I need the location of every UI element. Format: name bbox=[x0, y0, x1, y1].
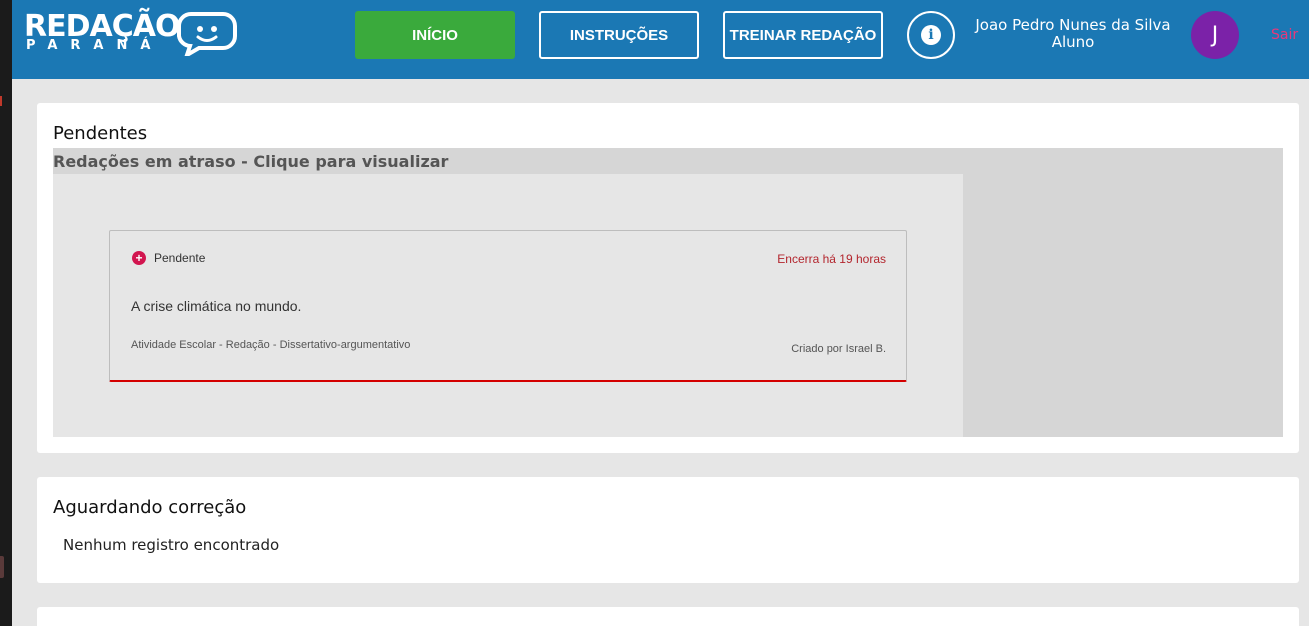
user-name: Joao Pedro Nunes da Silva bbox=[975, 16, 1171, 34]
info-icon: i bbox=[921, 25, 941, 45]
essay-author: Criado por Israel B. bbox=[791, 343, 886, 355]
top-header: REDAÇÃO PARANÁ INÍCIO INSTRUÇÕES TREINAR… bbox=[12, 0, 1309, 79]
nav-instrucoes-button[interactable]: INSTRUÇÕES bbox=[539, 11, 699, 59]
pending-card: Pendentes Redações em atraso - Clique pa… bbox=[37, 103, 1299, 453]
user-role: Aluno bbox=[1051, 33, 1095, 51]
late-essays-carousel: Redações em atraso - Clique para visuali… bbox=[53, 148, 1283, 437]
window-edge bbox=[0, 0, 12, 626]
essay-theme: A crise climática no mundo. bbox=[131, 298, 302, 314]
nav-treinar-redacao-button[interactable]: TREINAR REDAÇÃO bbox=[723, 11, 883, 59]
logo[interactable]: REDAÇÃO PARANÁ bbox=[24, 10, 237, 56]
empty-message: Nenhum registro encontrado bbox=[63, 536, 280, 554]
essay-deadline: Encerra há 19 horas bbox=[777, 252, 886, 266]
essay-status: + Pendente bbox=[132, 251, 205, 265]
late-essays-heading[interactable]: Redações em atraso - Clique para visuali… bbox=[53, 152, 448, 171]
essay-card[interactable]: + Pendente Encerra há 19 horas A crise c… bbox=[109, 230, 907, 382]
logo-sub: PARANÁ bbox=[26, 38, 164, 53]
edge-marker bbox=[0, 556, 4, 578]
speech-bubble-logo-icon bbox=[177, 12, 237, 56]
info-button[interactable]: i bbox=[907, 11, 955, 59]
carousel-slide: + Pendente Encerra há 19 horas A crise c… bbox=[53, 174, 963, 437]
logout-link[interactable]: Sair bbox=[1271, 27, 1298, 43]
avatar[interactable]: J bbox=[1191, 11, 1239, 59]
essay-meta: Atividade Escolar - Redação - Dissertati… bbox=[131, 339, 411, 351]
awaiting-title: Aguardando correção bbox=[53, 497, 247, 518]
plus-circle-icon: + bbox=[132, 251, 146, 265]
user-info: Joao Pedro Nunes da Silva Aluno bbox=[960, 17, 1186, 51]
pending-title: Pendentes bbox=[53, 123, 148, 144]
edge-marker bbox=[0, 96, 2, 106]
next-card bbox=[37, 607, 1299, 626]
nav-inicio-button[interactable]: INÍCIO bbox=[355, 11, 515, 59]
essay-status-label: Pendente bbox=[154, 251, 206, 265]
awaiting-correction-card: Aguardando correção Nenhum registro enco… bbox=[37, 477, 1299, 583]
